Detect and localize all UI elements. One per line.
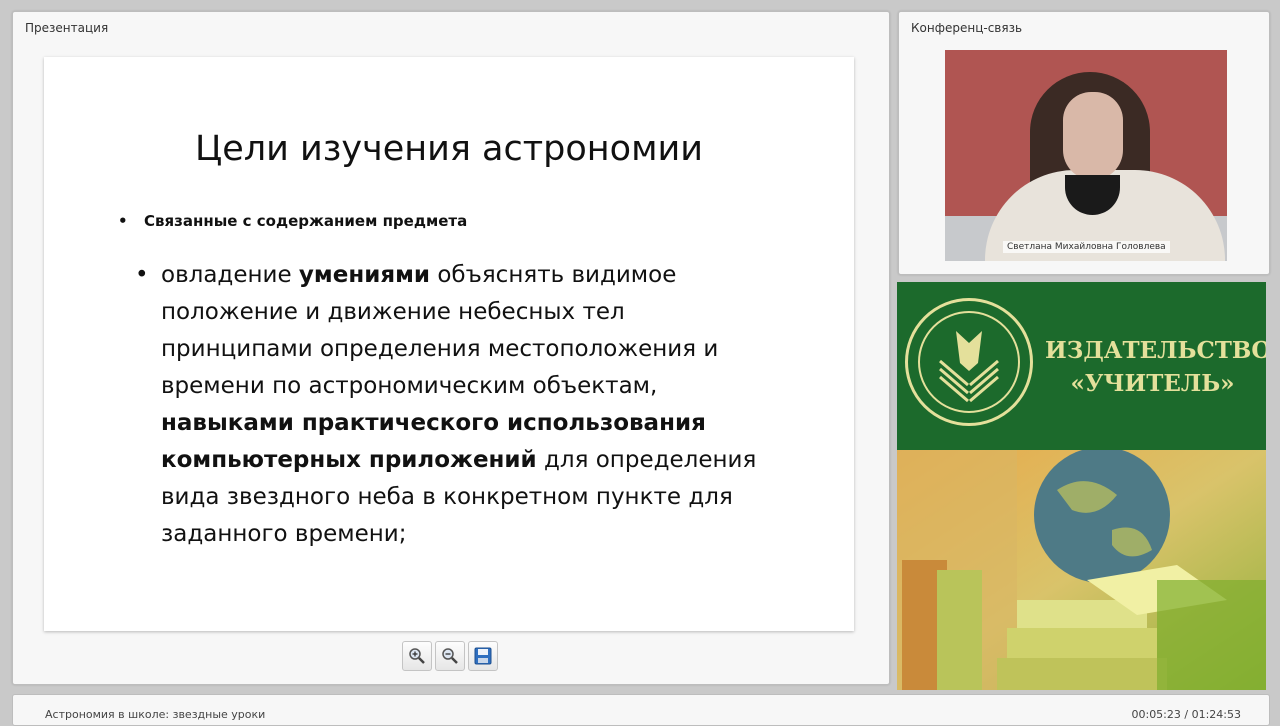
presentation-panel: Презентация Цели изучения астрономии • С… — [12, 11, 890, 685]
publisher-name-line2: «УЧИТЕЛЬ» — [1070, 370, 1235, 397]
save-button[interactable] — [468, 641, 498, 671]
publisher-logo-area: ИЗДАТЕЛЬСТВО «УЧИТЕЛЬ» — [897, 282, 1266, 450]
main-bullet-text-1: овладение — [161, 262, 299, 288]
publisher-name-line1: ИЗДАТЕЛЬСТВО — [1045, 337, 1266, 364]
video-person-face — [1063, 92, 1123, 180]
zoom-in-button[interactable] — [402, 641, 432, 671]
conference-panel-title: Конференц-связь — [911, 21, 1023, 35]
sub-bullet-text: Связанные с содержанием предмета — [144, 212, 468, 230]
slide-title: Цели изучения астрономии — [195, 129, 703, 169]
save-icon — [474, 647, 492, 665]
books-globe-image — [897, 447, 1266, 690]
bullet-dot: • — [118, 212, 128, 230]
book-emblem-icon — [939, 331, 999, 403]
player-footer: Астрономия в школе: звездные уроки 00:05… — [12, 694, 1270, 726]
participant-name-label: Светлана Михайловна Головлева — [1003, 241, 1170, 253]
slide-sub-bullet: • Связанные с содержанием предмета — [118, 212, 468, 230]
video-feed: Светлана Михайловна Головлева — [945, 50, 1227, 261]
presentation-panel-title: Презентация — [25, 21, 109, 35]
course-title: Астрономия в школе: звездные уроки — [45, 708, 266, 721]
zoom-out-icon — [442, 648, 458, 664]
books-globe-illustration — [897, 447, 1266, 690]
conference-panel: Конференц-связь Светлана Михайловна Голо… — [898, 11, 1270, 275]
zoom-in-icon — [409, 648, 425, 664]
slide: Цели изучения астрономии • Связанные с с… — [44, 57, 854, 631]
main-bullet-bold-1: умениями — [298, 262, 431, 288]
publisher-banner: ИЗДАТЕЛЬСТВО «УЧИТЕЛЬ» — [897, 282, 1266, 690]
bullet-dot: • — [135, 262, 149, 288]
publisher-logo-icon — [905, 298, 1033, 426]
playback-time: 00:05:23 / 01:24:53 — [1131, 708, 1241, 721]
zoom-out-button[interactable] — [435, 641, 465, 671]
slide-main-bullet: • овладение умениями объяснять видимое по… — [135, 257, 781, 553]
